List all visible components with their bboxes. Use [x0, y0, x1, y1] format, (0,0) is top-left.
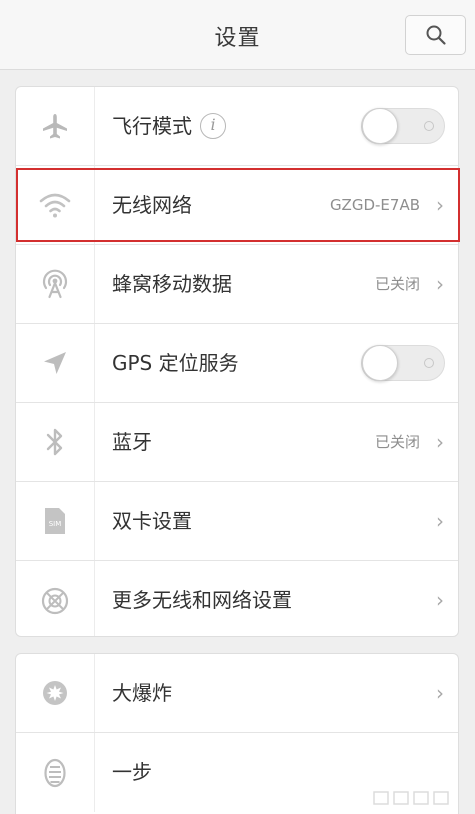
airplane-icon — [43, 114, 67, 139]
more-network-settings-row[interactable]: 更多无线和网络设置 › — [16, 561, 458, 636]
bluetooth-label: 蓝牙 — [112, 430, 152, 454]
chevron-right-icon: › — [436, 681, 444, 705]
airplane-mode-toggle[interactable] — [361, 108, 445, 144]
one-step-label: 一步 — [112, 760, 152, 784]
cellular-data-status: 已关闭 — [374, 275, 420, 293]
big-bang-label: 大爆炸 — [112, 681, 172, 705]
network-globe-icon — [41, 587, 69, 614]
sim-card-icon: SIM — [45, 508, 65, 534]
wifi-label: 无线网络 — [112, 193, 192, 217]
wifi-icon — [39, 193, 71, 218]
gps-toggle[interactable] — [361, 345, 445, 381]
burst-icon — [43, 681, 67, 705]
sim-card-icon-text: SIM — [49, 520, 62, 528]
cellular-antenna-icon — [42, 269, 68, 299]
wifi-network-name: GZGD-E7AB — [329, 196, 420, 214]
cellular-data-label: 蜂窝移动数据 — [112, 272, 232, 296]
one-step-icon — [44, 758, 66, 787]
wifi-row[interactable]: 无线网络 GZGD-E7AB › — [16, 166, 458, 245]
toggle-off-indicator — [424, 121, 434, 131]
airplane-mode-label: 飞行模式 — [112, 114, 192, 138]
page-title: 设置 — [214, 26, 261, 51]
watermark — [373, 791, 449, 805]
bluetooth-status: 已关闭 — [374, 433, 420, 451]
bluetooth-icon — [46, 428, 63, 456]
location-arrow-icon — [44, 352, 66, 374]
gps-row[interactable]: GPS 定位服务 — [16, 324, 458, 403]
info-icon[interactable]: i — [200, 112, 226, 139]
dual-sim-label: 双卡设置 — [112, 509, 192, 533]
chevron-right-icon: › — [436, 509, 444, 533]
chevron-right-icon: › — [436, 588, 444, 612]
airplane-mode-row[interactable]: 飞行模式 i — [16, 87, 458, 166]
gps-label: GPS 定位服务 — [112, 351, 239, 375]
chevron-right-icon: › — [436, 430, 444, 454]
chevron-right-icon: › — [436, 193, 444, 217]
search-icon — [426, 25, 446, 45]
toggle-knob[interactable] — [362, 108, 398, 144]
chevron-right-icon: › — [436, 272, 444, 296]
cellular-data-row[interactable]: 蜂窝移动数据 已关闭 › — [16, 245, 458, 324]
toggle-off-indicator — [424, 358, 434, 368]
title-bar: 设置 — [0, 0, 475, 70]
dual-sim-row[interactable]: SIM 双卡设置 › — [16, 482, 458, 561]
bluetooth-row[interactable]: 蓝牙 已关闭 › — [16, 403, 458, 482]
search-button[interactable] — [405, 15, 466, 55]
toggle-knob[interactable] — [362, 345, 398, 381]
more-network-settings-label: 更多无线和网络设置 — [112, 588, 292, 612]
wireless-settings-group: 飞行模式 i 无线网络 GZGD-E7AB › 蜂窝移动数据 已关闭 › GPS… — [15, 86, 459, 637]
big-bang-row[interactable]: 大爆炸 › — [16, 654, 458, 733]
